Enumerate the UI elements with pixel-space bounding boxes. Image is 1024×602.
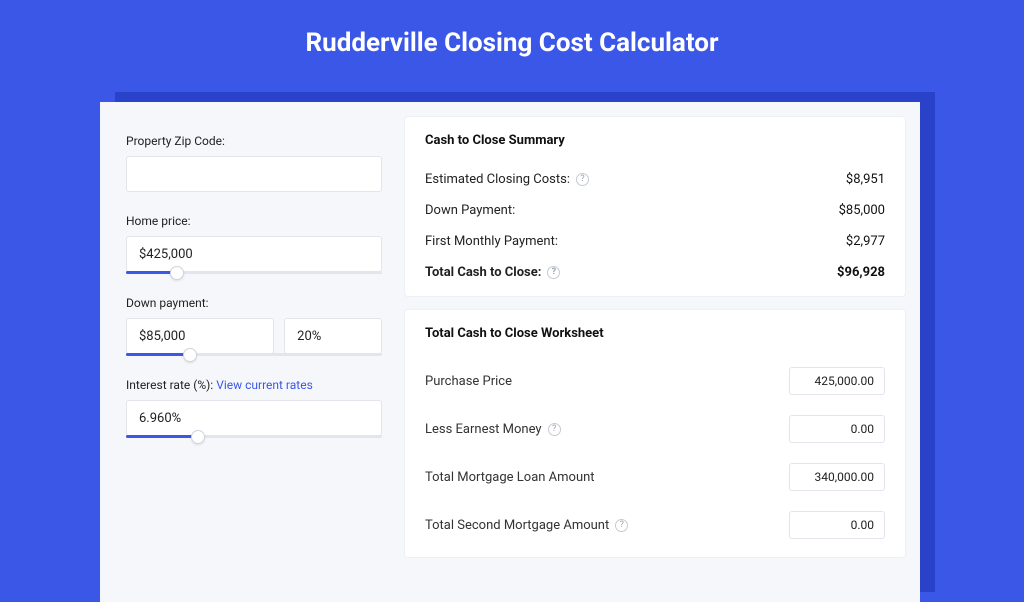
zip-field-group: Property Zip Code: [126, 134, 382, 192]
interest-slider-fill [126, 435, 198, 438]
worksheet-row-value[interactable]: 0.00 [789, 415, 885, 443]
summary-row-label: Down Payment: [425, 203, 515, 218]
worksheet-row-value[interactable]: 425,000.00 [789, 367, 885, 395]
worksheet-row-label: Total Second Mortgage Amount [425, 518, 609, 533]
down-payment-slider-thumb[interactable] [183, 348, 197, 362]
interest-label: Interest rate (%): View current rates [126, 378, 382, 392]
summary-row: Down Payment: $85,000 [425, 195, 885, 226]
summary-row-value: $2,977 [846, 234, 885, 249]
help-icon[interactable]: ? [615, 519, 628, 532]
summary-row: Estimated Closing Costs:? $8,951 [425, 164, 885, 195]
interest-slider-thumb[interactable] [191, 430, 205, 444]
worksheet-row: Total Mortgage Loan Amount 340,000.00 [425, 453, 885, 501]
summary-row-value: $85,000 [839, 203, 885, 218]
summary-title: Cash to Close Summary [425, 133, 885, 148]
worksheet-row-label: Total Mortgage Loan Amount [425, 470, 595, 485]
summary-panel: Cash to Close Summary Estimated Closing … [404, 116, 906, 297]
worksheet-row-value[interactable]: 340,000.00 [789, 463, 885, 491]
down-payment-label: Down payment: [126, 296, 382, 310]
zip-label: Property Zip Code: [126, 134, 382, 148]
down-payment-slider[interactable] [126, 353, 382, 356]
help-icon[interactable]: ? [548, 423, 561, 436]
worksheet-row: Total Second Mortgage Amount? 0.00 [425, 501, 885, 549]
interest-field-group: Interest rate (%): View current rates 6.… [126, 378, 382, 438]
worksheet-row-value[interactable]: 0.00 [789, 511, 885, 539]
home-price-slider-thumb[interactable] [170, 266, 184, 280]
down-payment-input[interactable]: $85,000 [126, 318, 274, 354]
summary-row: Total Cash to Close:? $96,928 [425, 257, 885, 288]
down-payment-pct-input[interactable]: 20% [284, 318, 382, 354]
worksheet-panel: Total Cash to Close Worksheet Purchase P… [404, 309, 906, 558]
worksheet-title: Total Cash to Close Worksheet [425, 326, 885, 341]
worksheet-row: Less Earnest Money? 0.00 [425, 405, 885, 453]
home-price-field-group: Home price: $425,000 [126, 214, 382, 274]
summary-row-label: Estimated Closing Costs: [425, 172, 570, 187]
home-price-slider[interactable] [126, 271, 382, 274]
summary-row: First Monthly Payment: $2,977 [425, 226, 885, 257]
summary-row-label: Total Cash to Close: [425, 265, 541, 280]
calculator-card: Property Zip Code: Home price: $425,000 … [100, 102, 920, 602]
view-rates-link[interactable]: View current rates [216, 378, 313, 392]
results-column: Cash to Close Summary Estimated Closing … [404, 116, 906, 588]
worksheet-row-label: Less Earnest Money [425, 422, 542, 437]
help-icon[interactable]: ? [547, 266, 560, 279]
interest-input[interactable]: 6.960% [126, 400, 382, 436]
zip-input[interactable] [126, 156, 382, 192]
summary-row-label: First Monthly Payment: [425, 234, 558, 249]
down-payment-slider-fill [126, 353, 190, 356]
down-payment-field-group: Down payment: $85,000 20% [126, 296, 382, 356]
worksheet-row: Purchase Price 425,000.00 [425, 357, 885, 405]
interest-slider[interactable] [126, 435, 382, 438]
inputs-column: Property Zip Code: Home price: $425,000 … [114, 116, 394, 588]
help-icon[interactable]: ? [576, 173, 589, 186]
page-title: Rudderville Closing Cost Calculator [0, 0, 1024, 80]
worksheet-row-label: Purchase Price [425, 374, 512, 389]
home-price-label: Home price: [126, 214, 382, 228]
summary-row-value: $96,928 [837, 265, 885, 280]
interest-label-text: Interest rate (%): [126, 378, 213, 392]
summary-row-value: $8,951 [846, 172, 885, 187]
home-price-input[interactable]: $425,000 [126, 236, 382, 272]
